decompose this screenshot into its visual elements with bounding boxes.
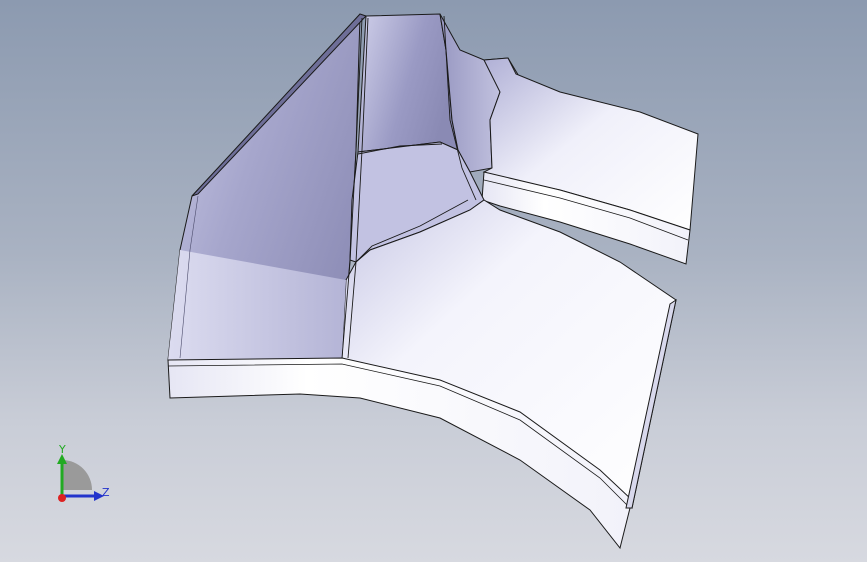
triad-quadrant — [62, 460, 92, 490]
main-front-face[interactable] — [341, 199, 677, 509]
y-axis-label: Y — [59, 443, 66, 456]
3d-viewport[interactable]: Y Z — [0, 0, 867, 562]
part-model[interactable] — [0, 0, 867, 562]
axis-triad[interactable] — [40, 440, 120, 520]
z-axis-label: Z — [102, 486, 110, 499]
x-axis-icon — [58, 494, 66, 502]
